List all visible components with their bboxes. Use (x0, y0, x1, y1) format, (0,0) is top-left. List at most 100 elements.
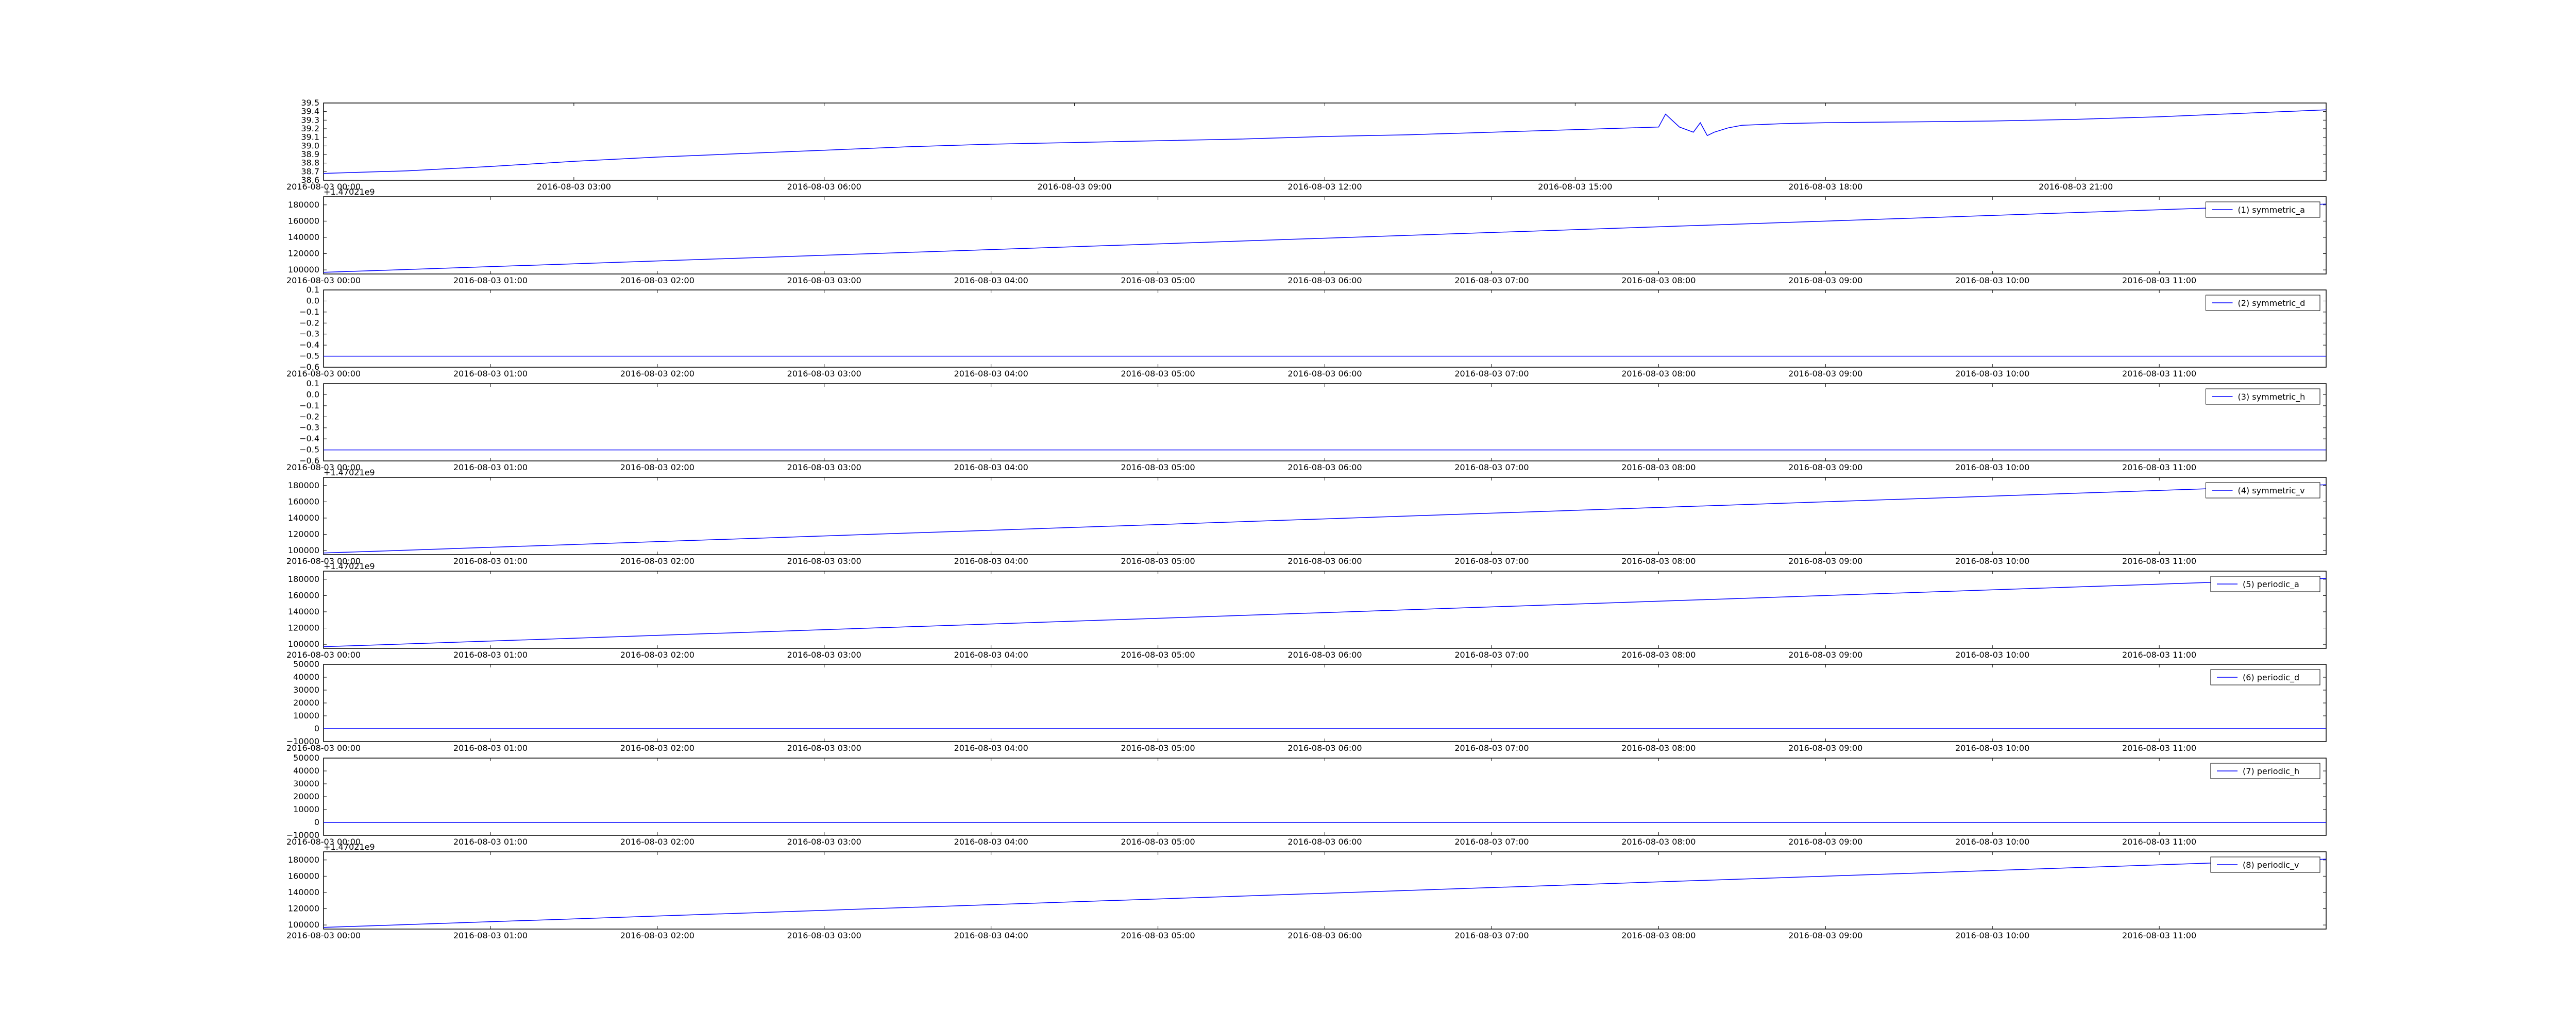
x-tick-label: 2016-08-03 08:00 (1621, 276, 1696, 285)
x-tick-label: 2016-08-03 02:00 (620, 931, 694, 940)
y-tick-label: 20000 (293, 698, 319, 708)
x-tick-label: 2016-08-03 05:00 (1121, 369, 1195, 379)
x-tick-label: 2016-08-03 05:00 (1121, 650, 1195, 660)
y-tick-label: 120000 (288, 904, 319, 914)
legend-label: (4) symmetric_v (2238, 486, 2305, 496)
x-tick-label: 2016-08-03 07:00 (1454, 931, 1529, 940)
x-tick-label: 2016-08-03 02:00 (620, 743, 694, 753)
x-tick-label: 2016-08-03 10:00 (1955, 556, 2029, 566)
x-tick-label: 2016-08-03 02:00 (620, 369, 694, 379)
series-line (323, 109, 2327, 174)
x-tick-label: 2016-08-03 09:00 (1788, 369, 1862, 379)
y-tick-label: 0.0 (307, 296, 319, 305)
x-tick-label: 2016-08-03 11:00 (2122, 369, 2196, 379)
x-tick-label: 2016-08-03 06:00 (1287, 837, 1362, 847)
legend: (5) periodic_a (2210, 576, 2320, 592)
x-tick-label: 2016-08-03 10:00 (1955, 462, 2029, 472)
y-tick-label: 100000 (288, 265, 319, 274)
y-tick-label: 38.9 (301, 149, 319, 159)
legend-label: (5) periodic_a (2243, 579, 2299, 590)
x-tick-label: 2016-08-03 04:00 (954, 462, 1028, 472)
x-tick-label: 2016-08-03 05:00 (1121, 556, 1195, 566)
subplot-6: 100000 120000 140000 160000 180000 2016-08-03… (286, 561, 2327, 660)
x-tick-label: 2016-08-03 05:00 (1121, 837, 1195, 847)
x-tick-label: 2016-08-03 02:00 (620, 837, 694, 847)
y-tick-label: 40000 (293, 672, 319, 682)
x-tick-label: 2016-08-03 00:00 (286, 650, 361, 660)
x-tick-label: 2016-08-03 00:00 (286, 743, 361, 753)
y-tick-label: −0.5 (299, 351, 319, 361)
x-tick-label: 2016-08-03 09:00 (1788, 462, 1862, 472)
x-tick-label: 2016-08-03 04:00 (954, 276, 1028, 285)
x-tick-label: 2016-08-03 09:00 (1788, 556, 1862, 566)
plot-frame (323, 289, 2327, 368)
x-tick-label: 2016-08-03 10:00 (1955, 837, 2029, 847)
x-tick-label: 2016-08-03 06:00 (1287, 276, 1362, 285)
y-tick-label: 120000 (288, 623, 319, 633)
y-tick-label: 160000 (288, 590, 319, 600)
x-tick-label: 2016-08-03 07:00 (1454, 743, 1529, 753)
x-tick-label: 2016-08-03 01:00 (453, 837, 528, 847)
series-line (323, 859, 2327, 928)
y-tick-label: 120000 (288, 249, 319, 259)
x-tick-label: 2016-08-03 03:00 (787, 369, 861, 379)
subplot-7: −10000010000200003000040000500002016-08-… (286, 659, 2327, 753)
x-tick-label: 2016-08-03 08:00 (1621, 650, 1696, 660)
y-tick-label: 50000 (293, 659, 319, 669)
x-tick-label: 2016-08-03 07:00 (1454, 650, 1529, 660)
y-tick-label: 50000 (293, 753, 319, 763)
y-tick-label: 120000 (288, 529, 319, 539)
x-tick-label: 2016-08-03 11:00 (2122, 462, 2196, 472)
y-tick-label: 38.7 (301, 166, 319, 176)
offset-text: +1.47021e9 (324, 468, 375, 477)
legend-label: (2) symmetric_d (2238, 298, 2306, 308)
x-tick-label: 2016-08-03 21:00 (2039, 182, 2113, 192)
x-tick-label: 2016-08-03 03:00 (787, 650, 861, 660)
subplot-4: −0.6−0.5−0.4−0.3−0.2−0.10.00.12016-08-03… (286, 379, 2327, 472)
x-tick-label: 2016-08-03 01:00 (453, 650, 528, 660)
x-tick-label: 2016-08-03 09:00 (1788, 931, 1862, 940)
y-tick-label: 140000 (288, 513, 319, 523)
y-tick-label: 180000 (288, 200, 319, 210)
x-tick-label: 2016-08-03 08:00 (1621, 462, 1696, 472)
x-tick-label: 2016-08-03 08:00 (1621, 931, 1696, 940)
x-tick-label: 2016-08-03 01:00 (453, 462, 528, 472)
x-tick-label: 2016-08-03 01:00 (453, 743, 528, 753)
x-tick-label: 2016-08-03 07:00 (1454, 837, 1529, 847)
plot-frame (323, 383, 2327, 461)
x-tick-label: 2016-08-03 09:00 (1788, 276, 1862, 285)
x-tick-label: 2016-08-03 07:00 (1454, 556, 1529, 566)
y-tick-label: 0.1 (307, 285, 319, 295)
subplot-9: 100000 120000 140000 160000 180000 2016-08-03… (286, 842, 2327, 940)
legend: (2) symmetric_d (2206, 295, 2320, 311)
x-tick-label: 2016-08-03 06:00 (1287, 369, 1362, 379)
y-tick-label: 30000 (293, 685, 319, 695)
x-tick-label: 2016-08-03 07:00 (1454, 276, 1529, 285)
x-tick-label: 2016-08-03 03:00 (787, 462, 861, 472)
series-line (323, 484, 2327, 554)
y-tick-label: 39.1 (301, 132, 319, 142)
x-tick-label: 2016-08-03 03:00 (787, 837, 861, 847)
x-tick-label: 2016-08-03 06:00 (1287, 462, 1362, 472)
x-tick-label: 2016-08-03 07:00 (1454, 369, 1529, 379)
figure-canvas: 38.638.738.838.939.039.139.239.339.439.5… (286, 98, 2327, 940)
x-tick-label: 2016-08-03 04:00 (954, 837, 1028, 847)
y-tick-label: 20000 (293, 792, 319, 801)
legend-label: (7) periodic_h (2243, 766, 2299, 777)
x-tick-label: 2016-08-03 04:00 (954, 369, 1028, 379)
x-tick-label: 2016-08-03 09:00 (1788, 650, 1862, 660)
series-line (323, 203, 2327, 273)
y-tick-label: −0.3 (299, 329, 319, 339)
x-tick-label: 2016-08-03 02:00 (620, 556, 694, 566)
y-tick-label: 100000 (288, 545, 319, 555)
y-tick-label: 0.1 (307, 379, 319, 388)
y-tick-label: 140000 (288, 607, 319, 616)
offset-text: +1.47021e9 (324, 187, 375, 197)
y-tick-label: 10000 (293, 711, 319, 720)
x-tick-label: 2016-08-03 03:00 (787, 276, 861, 285)
y-tick-label: 39.4 (301, 107, 319, 116)
y-tick-label: −0.5 (299, 445, 319, 455)
y-tick-label: −0.1 (299, 307, 319, 317)
subplot-3: −0.6−0.5−0.4−0.3−0.2−0.10.00.12016-08-03… (286, 285, 2327, 379)
subplot-1: 38.638.738.838.939.039.139.239.339.439.5… (286, 98, 2327, 192)
